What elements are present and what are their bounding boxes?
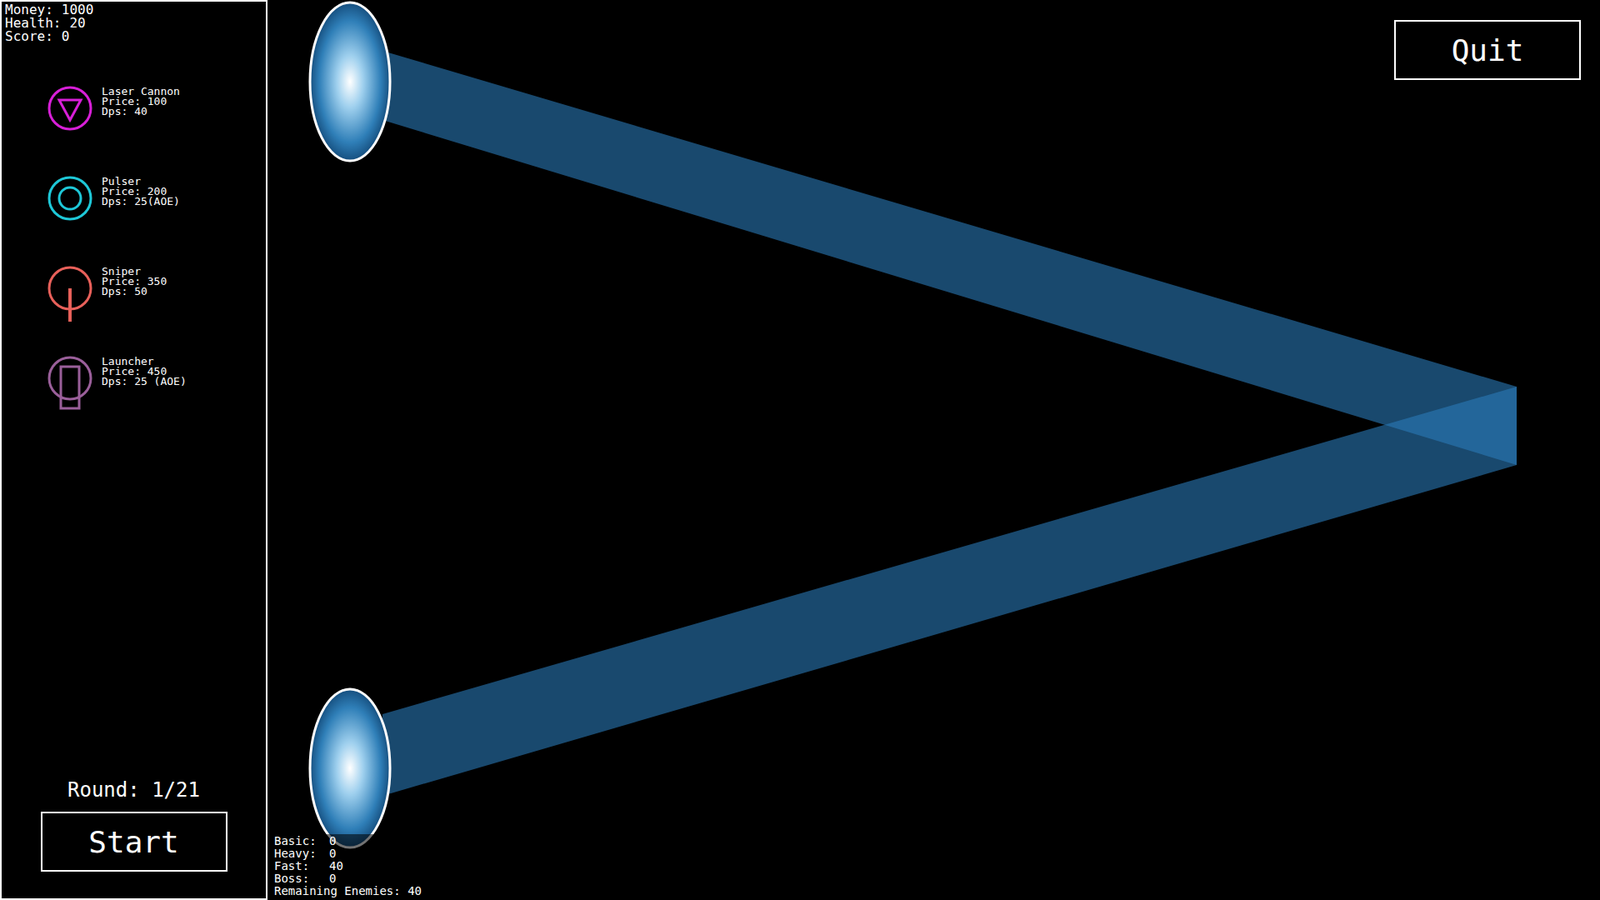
tower-dps: Dps: 25 (AOE)	[101, 376, 187, 387]
enemy-label: Boss:	[274, 872, 325, 885]
spawn-portal-icon	[310, 2, 390, 161]
player-stats: Money: 1000Health: 20 Score: 0	[5, 3, 263, 44]
tower-info: SniperPrice: 350Dps: 50	[101, 265, 167, 297]
tower-dps: Dps: 40	[101, 106, 180, 117]
tower-item[interactable]: LauncherPrice: 450Dps: 25 (AOE)	[45, 355, 263, 415]
triangle-tower-icon	[45, 85, 95, 145]
tower-info: PulserPrice: 200Dps: 25(AOE)	[101, 175, 180, 207]
stat-value: 0	[61, 30, 70, 44]
tower-dps: Dps: 50	[101, 286, 167, 297]
game-screen: Money:1000Health:20Score:0Laser CannonPr…	[0, 0, 1600, 900]
enemy-label: Fast:	[274, 860, 325, 873]
enemy-count: Boss: 0	[274, 872, 422, 885]
stat-line: Health: 20	[5, 16, 263, 30]
stat-label: Health:	[5, 16, 61, 30]
tower-dps: Dps: 25(AOE)	[101, 196, 180, 207]
tower-item[interactable]: Laser CannonPrice: 100Dps: 40	[45, 85, 263, 145]
start-button[interactable]: Start	[40, 811, 228, 872]
tower-list: Laser CannonPrice: 100Dps: 40PulserPrice…	[5, 85, 263, 415]
stat-label: Score:	[5, 30, 54, 44]
enemy-path	[382, 386, 1517, 796]
stat-value: 1000	[61, 3, 95, 17]
tower-info: Laser CannonPrice: 100Dps: 40	[101, 85, 180, 117]
round-label: Round: 1/21	[67, 778, 200, 802]
enemy-value: 0	[329, 872, 336, 885]
stat-label: Money:	[5, 3, 54, 17]
spawn-portal-icon	[310, 689, 390, 848]
enemy-label: Basic:	[274, 835, 325, 848]
map-canvas	[267, 0, 1600, 900]
tower-price: Price: 350	[101, 276, 167, 287]
stat-line: Score: 0	[5, 30, 263, 44]
ring-tower-icon	[45, 175, 95, 235]
tower-item[interactable]: SniperPrice: 350Dps: 50	[45, 265, 263, 325]
tower-info: LauncherPrice: 450Dps: 25 (AOE)	[101, 355, 187, 387]
enemy-count: Fast: 40	[274, 860, 422, 873]
enemy-value: 0	[329, 835, 336, 848]
enemy-value: 40	[329, 860, 344, 873]
enemy-path	[382, 50, 1517, 465]
tower-name: Launcher	[101, 356, 187, 367]
tower-item[interactable]: PulserPrice: 200Dps: 25(AOE)	[45, 175, 263, 235]
tower-price: Price: 100	[101, 96, 180, 107]
sniper-tower-icon	[45, 265, 95, 325]
tower-name: Laser Cannon	[101, 86, 180, 97]
remaining-enemies: Remaining Enemies: 40	[274, 885, 422, 898]
enemy-count: Heavy: 0	[274, 847, 422, 860]
enemy-label: Heavy:	[274, 847, 325, 860]
enemy-count: Basic: 0	[274, 835, 422, 848]
tower-price: Price: 450	[101, 366, 187, 377]
quit-button[interactable]: Quit	[1394, 20, 1581, 80]
enemy-value: 0	[329, 847, 336, 860]
enemy-counts: Basic:0Heavy:0Fast:40Boss:0Remaining Ene…	[270, 834, 425, 899]
shop-sidebar: Money:1000Health:20Score:0Laser CannonPr…	[0, 0, 268, 900]
tower-price: Price: 200	[101, 186, 180, 197]
stat-value: 20	[69, 16, 85, 30]
round-controls: Round: 1/21 Start	[5, 778, 263, 872]
launcher-tower-icon	[45, 355, 95, 415]
tower-name: Pulser	[101, 176, 180, 187]
game-map: QuitBasic:0Heavy:0Fast:40Boss:0Remaining…	[267, 0, 1600, 900]
stat-line: Money: 1000	[5, 3, 263, 17]
tower-name: Sniper	[101, 266, 167, 277]
